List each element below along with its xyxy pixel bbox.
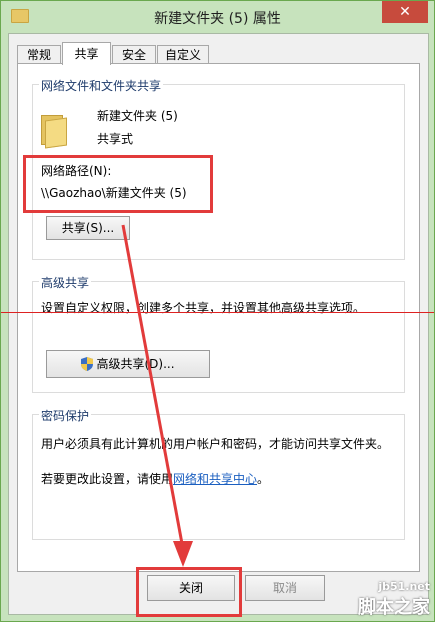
close-icon[interactable]: ✕ xyxy=(382,1,428,23)
title-bar: 新建文件夹 (5) 属性 ✕ xyxy=(1,1,434,33)
sharing-panel: 网络文件和文件夹共享 新建文件夹 (5) 共享式 网络路径(N): \\Gaoz… xyxy=(17,63,420,572)
annotation-line xyxy=(1,312,434,313)
advanced-share-button-label: 高级共享(D)... xyxy=(96,357,175,371)
advanced-share-description: 设置自定义权限，创建多个共享，并设置其他高级共享选项。 xyxy=(41,301,366,315)
network-sharing-center-link[interactable]: 网络和共享中心 xyxy=(173,472,257,486)
properties-window: 新建文件夹 (5) 属性 ✕ 常规 共享 安全 自定义 网络文件和文件夹共享 新… xyxy=(0,0,435,622)
share-status: 共享式 xyxy=(97,132,134,146)
cancel-button[interactable]: 取消 xyxy=(245,575,325,601)
advanced-share-button[interactable]: 高级共享(D)... xyxy=(46,350,210,378)
close-button-highlight xyxy=(136,567,242,617)
password-protection-group: 密码保护 用户必须具有此计算机的用户帐户和密码，才能访问共享文件夹。 若要更改此… xyxy=(32,407,405,540)
change-setting-text: 若要更改此设置，请使用网络和共享中心。 xyxy=(41,470,269,487)
network-share-label: 网络文件和文件夹共享 xyxy=(39,77,164,94)
watermark-brand: 脚本之家 xyxy=(358,597,430,618)
share-button[interactable]: 共享(S)... xyxy=(46,216,130,240)
folder-icon xyxy=(41,115,67,149)
watermark-site: jb51.net xyxy=(378,580,430,593)
change-setting-suffix: 。 xyxy=(257,472,270,486)
watermark: jb51.net 脚本之家 xyxy=(358,580,430,619)
network-path-highlight xyxy=(23,155,213,213)
password-protection-description: 用户必须具有此计算机的用户帐户和密码，才能访问共享文件夹。 xyxy=(41,437,390,451)
change-setting-prefix: 若要更改此设置，请使用 xyxy=(41,472,174,486)
password-protection-label: 密码保护 xyxy=(39,407,92,424)
tab-security[interactable]: 安全 xyxy=(112,45,156,64)
dialog-client: 常规 共享 安全 自定义 网络文件和文件夹共享 新建文件夹 (5) 共享式 网络… xyxy=(8,33,429,615)
advanced-share-group: 高级共享 设置自定义权限，创建多个共享，并设置其他高级共享选项。 高级共享(D)… xyxy=(32,274,405,393)
tab-customize[interactable]: 自定义 xyxy=(157,45,209,64)
uac-shield-icon xyxy=(81,357,94,371)
advanced-share-label: 高级共享 xyxy=(39,274,92,291)
window-title: 新建文件夹 (5) 属性 xyxy=(154,11,281,27)
folder-name: 新建文件夹 (5) xyxy=(97,109,178,123)
tab-sharing[interactable]: 共享 xyxy=(62,42,111,65)
tab-general[interactable]: 常规 xyxy=(17,45,61,64)
